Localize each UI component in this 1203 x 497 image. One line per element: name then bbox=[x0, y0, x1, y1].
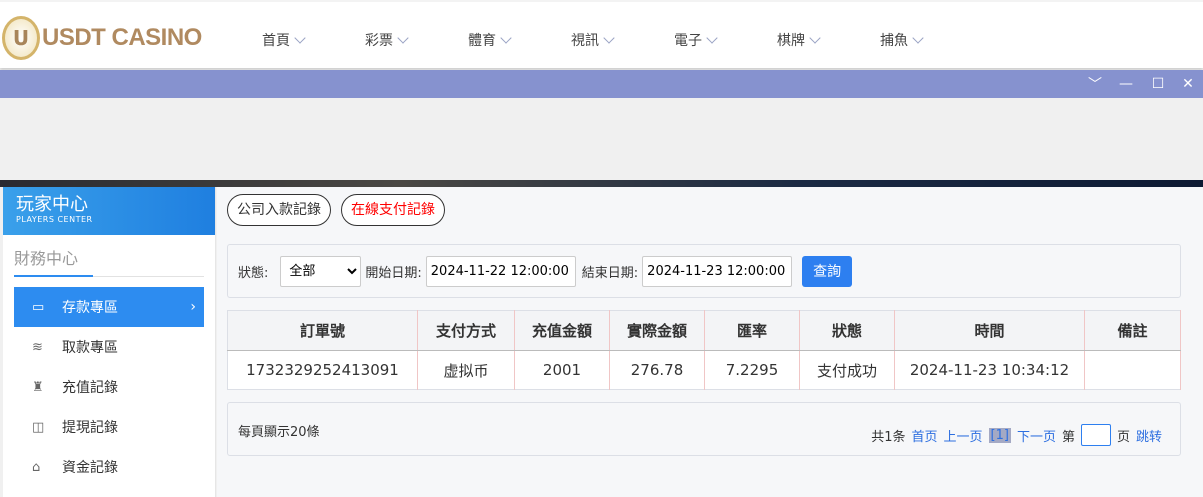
payment-method: 虚拟币 bbox=[417, 350, 515, 390]
column-header: 支付方式 bbox=[417, 310, 515, 351]
nav-label: 首頁 bbox=[262, 33, 290, 49]
exchange-rate: 7.2295 bbox=[704, 350, 800, 390]
status-select[interactable]: 全部 bbox=[280, 255, 362, 287]
banner-strip bbox=[0, 180, 1203, 187]
sidebar-item-label: 資金記錄 bbox=[62, 460, 118, 476]
recharge-amount: 2001 bbox=[514, 350, 610, 390]
jump-link[interactable]: 跳转 bbox=[1136, 426, 1162, 445]
nav-live[interactable]: 視訊 bbox=[571, 30, 674, 50]
sidebar-item-label: 存款專區 bbox=[62, 300, 118, 316]
sidebar-item-fund-records[interactable]: ⌂ 資金記錄 bbox=[14, 447, 204, 487]
nav-home[interactable]: 首頁 bbox=[262, 30, 365, 50]
page-prefix: 第 bbox=[1061, 429, 1075, 445]
sidebar-subtitle: PLAYERS CENTER bbox=[16, 215, 93, 224]
chevron-down-icon bbox=[500, 31, 512, 44]
chevron-right-icon: › bbox=[190, 299, 196, 315]
nav-label: 視訊 bbox=[571, 33, 599, 49]
nav-label: 棋牌 bbox=[777, 33, 805, 49]
sidebar-title: 玩家中心 bbox=[16, 194, 88, 215]
nav-fishing[interactable]: 捕魚 bbox=[880, 30, 983, 50]
page-suffix: 页 bbox=[1116, 429, 1130, 445]
tab-online-payment[interactable]: 在線支付記錄 bbox=[341, 194, 445, 226]
nav-label: 捕魚 bbox=[880, 33, 908, 49]
logo[interactable]: U USDT CASINO bbox=[2, 16, 202, 60]
status: 支付成功 bbox=[799, 350, 895, 390]
nav-label: 彩票 bbox=[365, 33, 393, 49]
end-date-label: 結束日期: bbox=[581, 265, 639, 281]
close-icon[interactable]: ✕ bbox=[1173, 70, 1203, 98]
nav-slots[interactable]: 電子 bbox=[674, 30, 777, 50]
hand-cash-icon: ≋ bbox=[32, 339, 43, 355]
nav-lottery[interactable]: 彩票 bbox=[365, 30, 468, 50]
chevron-down-icon[interactable]: ﹀ bbox=[1080, 70, 1110, 98]
sidebar-item-withdraw-records[interactable]: ◫ 提現記錄 bbox=[14, 407, 204, 447]
column-header: 狀態 bbox=[799, 310, 895, 351]
table-row: 1732329252413091 虚拟币 2001 276.78 7.2295 … bbox=[227, 350, 1181, 390]
nav-sports[interactable]: 體育 bbox=[468, 30, 571, 50]
nav-label: 體育 bbox=[468, 33, 496, 49]
first-page-link[interactable]: 首页 bbox=[911, 426, 937, 445]
filter-bar: 狀態: 全部 開始日期: 結束日期: 查詢 bbox=[227, 244, 1181, 298]
column-header: 匯率 bbox=[704, 310, 800, 351]
sidebar-item-withdraw[interactable]: ≋ 取款專區 bbox=[14, 327, 204, 367]
total-count: 共1条 bbox=[871, 429, 906, 445]
chevron-down-icon bbox=[706, 31, 718, 44]
sidebar-item-deposit[interactable]: ▭ 存款專區 › bbox=[14, 287, 204, 327]
chevron-down-icon bbox=[294, 31, 306, 44]
column-header: 備註 bbox=[1084, 310, 1181, 351]
per-page-label: 每頁顯示20條 bbox=[238, 425, 320, 440]
chevron-down-icon bbox=[912, 31, 924, 44]
card-icon: ▭ bbox=[32, 299, 45, 315]
blank-area bbox=[0, 98, 1203, 180]
safe-icon: ⌂ bbox=[32, 459, 41, 475]
current-page[interactable]: [1] bbox=[988, 427, 1011, 443]
nav-cards[interactable]: 棋牌 bbox=[777, 30, 880, 50]
money-bag-icon: ♜ bbox=[32, 379, 44, 395]
order-number: 1732329252413091 bbox=[227, 350, 418, 390]
minimize-icon[interactable]: — bbox=[1111, 70, 1141, 98]
chevron-down-icon bbox=[397, 31, 409, 44]
sidebar-item-label: 取款專區 bbox=[62, 340, 118, 356]
column-header: 時間 bbox=[894, 310, 1085, 351]
maximize-icon[interactable]: ☐ bbox=[1143, 70, 1173, 98]
wallet-icon: ◫ bbox=[32, 419, 45, 435]
status-label: 狀態: bbox=[238, 265, 269, 281]
actual-amount: 276.78 bbox=[609, 350, 705, 390]
tab-company-deposit[interactable]: 公司入款記錄 bbox=[227, 194, 331, 226]
start-date-input[interactable] bbox=[425, 255, 576, 287]
time: 2024-11-23 10:34:12 bbox=[894, 350, 1085, 390]
window-titlebar: ﹀ — ☐ ✕ bbox=[0, 70, 1203, 98]
next-page-link[interactable]: 下一页 bbox=[1017, 426, 1056, 445]
section-title: 財務中心 bbox=[14, 249, 79, 268]
main-content: 公司入款記錄 在線支付記錄 狀態: 全部 開始日期: 結束日期: 查詢 訂單號 … bbox=[217, 187, 1203, 497]
pagination-bar: 每頁顯示20條 共1条 首页 上一页 [1] 下一页 第 页 跳转 bbox=[227, 402, 1181, 456]
records-table: 訂單號 支付方式 充值金額 實際金額 匯率 狀態 時間 備註 173232925… bbox=[227, 310, 1181, 390]
page-jump-input[interactable] bbox=[1080, 424, 1111, 446]
query-button[interactable]: 查詢 bbox=[802, 255, 853, 287]
column-header: 實際金額 bbox=[609, 310, 705, 351]
end-date-input[interactable] bbox=[642, 255, 793, 287]
sidebar-item-recharge-records[interactable]: ♜ 充值記錄 bbox=[14, 367, 204, 407]
sidebar-item-label: 充值記錄 bbox=[62, 380, 118, 396]
sidebar: 玩家中心 PLAYERS CENTER 財務中心 ▭ 存款專區 › ≋ 取款專區 ♜ 充… bbox=[3, 187, 216, 497]
remark bbox=[1084, 350, 1181, 390]
nav-label: 電子 bbox=[674, 33, 702, 49]
section-tab[interactable]: 財務中心 bbox=[14, 245, 204, 277]
top-nav: U USDT CASINO 首頁 彩票 體育 視訊 電子 棋牌 捕魚 bbox=[0, 0, 1203, 68]
column-header: 訂單號 bbox=[227, 310, 418, 351]
sidebar-item-label: 提現記錄 bbox=[62, 420, 118, 436]
sidebar-header: 玩家中心 PLAYERS CENTER bbox=[3, 187, 215, 235]
prev-page-link[interactable]: 上一页 bbox=[944, 426, 983, 445]
column-header: 充值金額 bbox=[514, 310, 610, 351]
logo-text: USDT CASINO bbox=[42, 24, 202, 51]
logo-icon: U bbox=[2, 16, 40, 60]
chevron-down-icon bbox=[809, 31, 821, 44]
start-date-label: 開始日期: bbox=[365, 265, 422, 281]
table-header-row: 訂單號 支付方式 充值金額 實際金額 匯率 狀態 時間 備註 bbox=[227, 310, 1181, 351]
chevron-down-icon bbox=[603, 31, 615, 44]
